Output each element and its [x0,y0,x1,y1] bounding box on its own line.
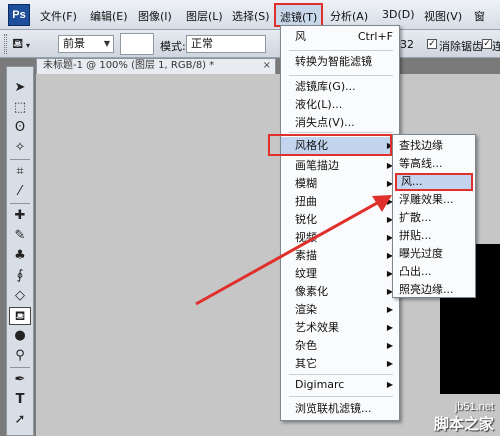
close-icon[interactable]: × [263,59,271,73]
eyedropper-tool-icon[interactable]: ⁄ [9,183,31,201]
stylize-submenu: 查找边缘 等高线... 风... 浮雕效果... 扩散... 拼贴... 曝光过… [392,134,476,298]
stylize-glowing-edges[interactable]: 照亮边缘... [399,281,473,299]
antialias-label: 消除锯齿 [439,40,483,53]
contiguous-label: 连 [492,40,500,53]
document-tab[interactable]: 未标题-1 @ 100% (图层 1, RGB/8) * × [36,58,276,74]
filter-vanishing-point[interactable]: 消失点(V)... [295,114,399,132]
antialias-checkbox[interactable]: ✓ [427,39,437,49]
type-tool-icon[interactable]: T [9,391,31,409]
menu-select[interactable]: 选择(S) [232,8,270,24]
filter-blur[interactable]: 模糊 ▶ [295,175,399,193]
magic-wand-tool-icon[interactable]: ✧ [9,139,31,157]
filter-noise[interactable]: 杂色 ▶ [295,337,399,355]
menu-view[interactable]: 视图(V) [424,8,462,24]
paint-bucket-icon: ⛾ [12,36,24,52]
lasso-tool-icon[interactable]: ʘ [9,119,31,137]
toolbox: ➤ ⬚ ʘ ✧ ⌗ ⁄ ✚ ✎ ♣ ∮ ◇ ⛾ ● ⚲ ✒ T ➚ [6,66,34,436]
watermark: jb51.net 脚本之家 [422,401,494,434]
stylize-contour[interactable]: 等高线... [399,155,473,173]
options-bar: ⛾ ▾ 前景 ▼ 模式: 正常 32 ✓ 消除锯齿 ✓ 连 [0,30,500,58]
filter-pixelate[interactable]: 像素化 ▶ [295,283,399,301]
stylize-emboss[interactable]: 浮雕效果... [399,191,473,209]
stylize-solarize[interactable]: 曝光过度 [399,245,473,263]
path-selection-tool-icon[interactable]: ➚ [9,411,31,429]
filter-video[interactable]: 视频 ▶ [295,229,399,247]
brush-tool-icon[interactable]: ✎ [9,227,31,245]
submenu-arrow-icon: ▶ [386,380,393,389]
healing-brush-tool-icon[interactable]: ✚ [9,207,31,225]
filter-brush-strokes[interactable]: 画笔描边 ▶ [295,157,399,175]
mode-value: 正常 [191,37,213,50]
menu-edit[interactable]: 编辑(E) [90,8,128,24]
filter-other[interactable]: 其它 ▶ [295,355,399,373]
submenu-arrow-icon: ▶ [386,323,393,332]
photoshop-logo: Ps [8,4,30,26]
filter-browse-online[interactable]: 浏览联机滤镜... [295,400,399,418]
menu-layer[interactable]: 图层(L) [186,8,223,24]
blur-tool-icon[interactable]: ● [9,327,31,345]
shortcut-label: Ctrl+F [357,30,393,43]
watermark-url: jb51.net [454,401,494,413]
clone-stamp-tool-icon[interactable]: ♣ [9,247,31,265]
mode-select[interactable]: 正常 [186,35,266,53]
filter-render[interactable]: 渲染 ▶ [295,301,399,319]
filter-last-wind[interactable]: 风 Ctrl+F [295,28,399,46]
submenu-arrow-icon: ▶ [386,305,393,314]
submenu-arrow-icon: ▶ [386,341,393,350]
filter-sketch[interactable]: 素描 ▶ [295,247,399,265]
stylize-extrude[interactable]: 凸出... [399,263,473,281]
stylize-highlight-frame [268,134,392,156]
filter-convert-smart[interactable]: 转换为智能滤镜 [295,53,399,71]
chevron-down-icon: ▼ [103,39,110,48]
tool-preset-picker[interactable]: ⛾ ▾ [12,33,46,55]
fill-source-select[interactable]: 前景 ▼ [58,35,114,53]
filter-menu: 风 Ctrl+F 转换为智能滤镜 滤镜库(G)... 液化(L)... 消失点(… [280,25,400,421]
history-brush-tool-icon[interactable]: ∮ [9,267,31,285]
filter-gallery[interactable]: 滤镜库(G)... [295,78,399,96]
stylize-diffuse[interactable]: 扩散... [399,209,473,227]
menu-image[interactable]: 图像(I) [138,8,172,24]
menu-3d[interactable]: 3D(D) [382,8,415,21]
pattern-picker[interactable] [120,33,154,55]
stylize-find-edges[interactable]: 查找边缘 [399,137,473,155]
menu-window[interactable]: 窗 [474,8,485,24]
marquee-tool-icon[interactable]: ⬚ [9,99,31,117]
stylize-tiles[interactable]: 拼贴... [399,227,473,245]
tolerance-value[interactable]: 32 [400,38,414,51]
options-grip[interactable] [4,34,7,54]
filter-artistic[interactable]: 艺术效果 ▶ [295,319,399,337]
submenu-arrow-icon: ▶ [386,359,393,368]
filter-digimarc[interactable]: Digimarc ▶ [295,376,399,394]
filter-texture[interactable]: 纹理 ▶ [295,265,399,283]
filter-distort[interactable]: 扭曲 ▶ [295,193,399,211]
watermark-name: 脚本之家 [433,415,494,433]
paint-bucket-tool-icon[interactable]: ⛾ [9,307,31,325]
filter-sharpen[interactable]: 锐化 ▶ [295,211,399,229]
move-tool-icon[interactable]: ➤ [9,79,31,97]
document-title: 未标题-1 @ 100% (图层 1, RGB/8) * [43,60,215,71]
fill-source-value: 前景 [63,37,85,50]
stylize-wind[interactable]: 风... [395,173,473,191]
eraser-tool-icon[interactable]: ◇ [9,287,31,305]
menu-analysis[interactable]: 分析(A) [330,8,368,24]
mode-label: 模式: [160,40,186,53]
pen-tool-icon[interactable]: ✒ [9,371,31,389]
menu-filter[interactable]: 滤镜(T) [274,3,324,27]
filter-liquify[interactable]: 液化(L)... [295,96,399,114]
crop-tool-icon[interactable]: ⌗ [9,163,31,181]
dodge-tool-icon[interactable]: ⚲ [9,347,31,365]
menu-file[interactable]: 文件(F) [40,8,77,24]
contiguous-checkbox[interactable]: ✓ [482,39,492,49]
menu-bar: Ps 文件(F) 编辑(E) 图像(I) 图层(L) 选择(S) 滤镜(T) 分… [0,0,500,30]
